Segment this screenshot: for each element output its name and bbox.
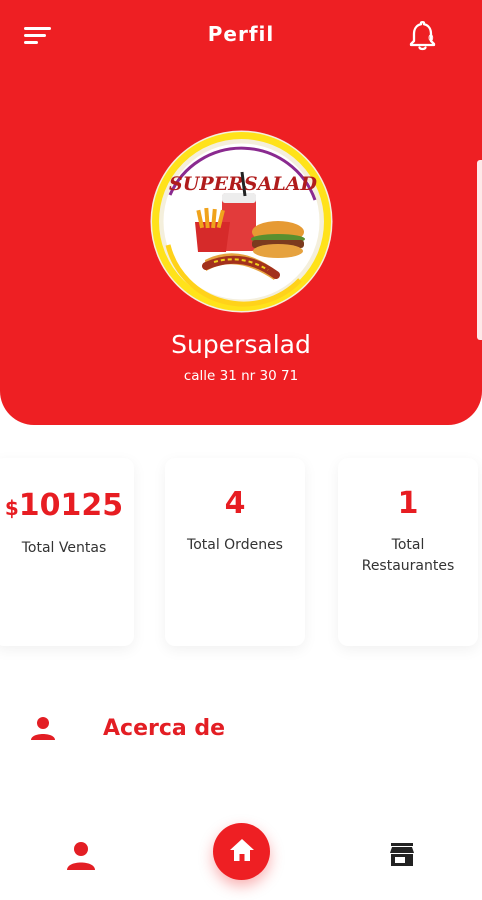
home-icon xyxy=(230,839,254,861)
profile-header: Perfil 0 SUPERSALAD xyxy=(0,0,482,425)
notification-count: 0 xyxy=(428,34,434,44)
about-label[interactable]: Acerca de xyxy=(103,716,225,741)
home-button[interactable] xyxy=(213,823,270,880)
person-icon xyxy=(31,716,55,742)
stat-card-sales: $10125 Total Ventas xyxy=(0,458,134,646)
total-restaurants-value: 1 xyxy=(397,486,419,521)
stat-label: Total Ventas xyxy=(21,540,107,556)
about-menu-item[interactable]: Acerca de xyxy=(0,690,482,780)
person-icon[interactable] xyxy=(67,841,95,871)
restaurant-address: calle 31 nr 30 71 xyxy=(183,368,299,384)
currency-symbol: $ xyxy=(4,496,19,520)
stat-card-restaurants: 1 Total Restaurantes xyxy=(338,458,478,646)
stat-card-orders: 4 Total Ordenes xyxy=(165,458,305,646)
restaurant-name: Supersalad xyxy=(171,330,311,359)
notification-bell-icon[interactable]: 0 xyxy=(408,20,438,52)
store-icon[interactable] xyxy=(389,842,415,868)
total-orders-value: 4 xyxy=(224,486,246,521)
stat-value: $10125 xyxy=(0,488,134,523)
total-sales-value: 10125 xyxy=(18,488,124,523)
stat-label: Total Restaurantes xyxy=(361,537,455,574)
bottom-navigation xyxy=(0,800,482,900)
scroll-handle[interactable] xyxy=(477,160,482,340)
restaurant-logo: SUPERSALAD xyxy=(150,130,333,313)
stat-label: Total Ordenes xyxy=(187,537,283,553)
